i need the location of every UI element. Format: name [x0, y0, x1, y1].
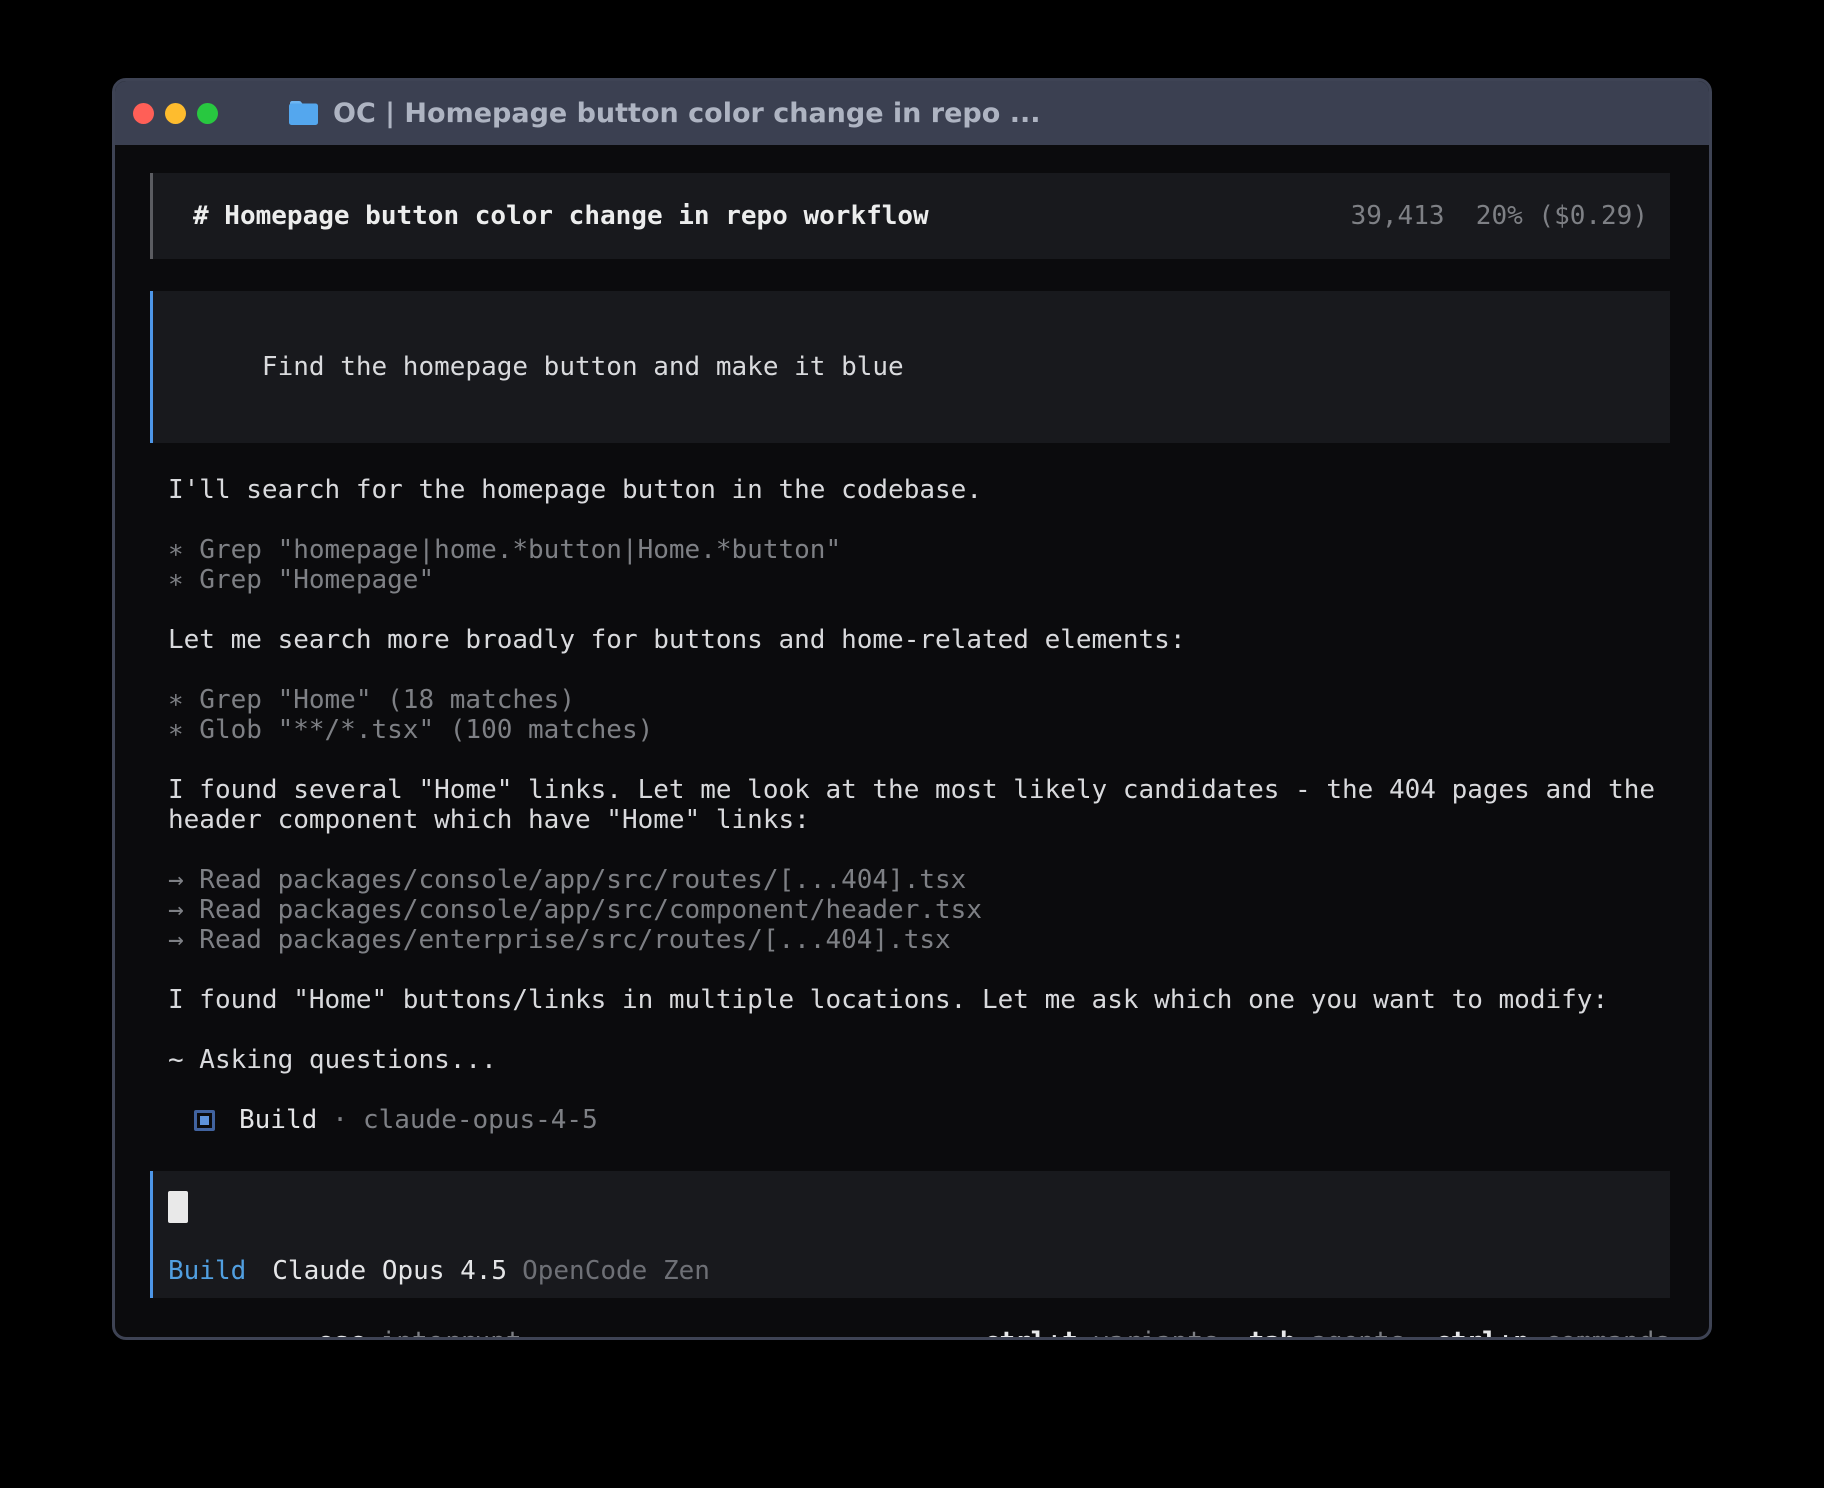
transcript-blank-line [168, 505, 1670, 535]
transcript-line: ∗ Grep "Homepage" [168, 565, 1670, 595]
user-message: Find the homepage button and make it blu… [150, 291, 1670, 443]
statusbar: esc interrupt ctrl+t variantstab agentsc… [165, 1327, 1670, 1340]
spinner-dots [165, 1340, 282, 1341]
mode-label[interactable]: Build [168, 1256, 246, 1286]
hint-key: tab [1249, 1327, 1296, 1340]
agent-model: claude-opus-4-5 [363, 1105, 598, 1135]
statusbar-hints: ctrl+t variants tab agents ctrl+p commands [984, 1327, 1670, 1340]
transcript-line: → Read packages/console/app/src/componen… [168, 895, 1670, 925]
spinner-dot [213, 1340, 218, 1341]
transcript-blank-line [168, 655, 1670, 685]
terminal-content: # Homepage button color change in repo w… [115, 145, 1709, 1340]
session-header: # Homepage button color change in repo w… [150, 173, 1670, 259]
hint-label: variants [1078, 1327, 1219, 1340]
session-title: # Homepage button color change in repo w… [193, 201, 929, 231]
user-message-text: Find the homepage button and make it blu… [262, 352, 904, 382]
statusbar-left: esc interrupt [165, 1327, 522, 1340]
spinner-dot [245, 1340, 250, 1341]
transcript-line: ∗ Grep "Home" (18 matches) [168, 685, 1670, 715]
transcript-line: → Read packages/console/app/src/routes/[… [168, 865, 1670, 895]
prompt-input[interactable]: Build Claude Opus 4.5 OpenCode Zen [150, 1171, 1670, 1298]
transcript-blank-line [168, 595, 1670, 625]
spinner-dot [181, 1340, 186, 1341]
agent-separator: · [332, 1105, 348, 1135]
input-mode-row: Build Claude Opus 4.5 OpenCode Zen [168, 1256, 1648, 1286]
transcript-blank-line [168, 1015, 1670, 1045]
hint-label: agents [1296, 1327, 1406, 1340]
transcript-line: ∗ Glob "**/*.tsx" (100 matches) [168, 715, 1670, 745]
keybinding-hint-commands: ctrl+p commands [1435, 1327, 1670, 1340]
transcript-line: → Read packages/enterprise/src/routes/[.… [168, 925, 1670, 955]
terminal-window: OC | Homepage button color change in rep… [112, 78, 1712, 1340]
agent-build-icon [194, 1110, 215, 1131]
transcript-line: I'll search for the homepage button in t… [168, 475, 1670, 505]
window-title: OC | Homepage button color change in rep… [333, 98, 1040, 129]
spinner-dot [277, 1340, 282, 1341]
model-label[interactable]: Claude Opus 4.5 [272, 1256, 507, 1286]
agent-name: Build [239, 1105, 317, 1135]
transcript-line: Let me search more broadly for buttons a… [168, 625, 1670, 655]
assistant-transcript: I'll search for the homepage button in t… [168, 475, 1670, 1075]
transcript-line: header component which have "Home" links… [168, 805, 1670, 835]
text-cursor [168, 1191, 188, 1223]
agent-status-row: Build · claude-opus-4-5 [194, 1105, 1709, 1135]
transcript-blank-line [168, 955, 1670, 985]
transcript-blank-line [168, 835, 1670, 865]
transcript-line: ~ Asking questions... [168, 1045, 1670, 1075]
hint-label: commands [1529, 1327, 1670, 1340]
spinner-dot [261, 1340, 266, 1341]
keybinding-hint-variants: ctrl+t variants [984, 1327, 1219, 1340]
traffic-lights [133, 103, 218, 124]
transcript-line: I found several "Home" links. Let me loo… [168, 775, 1670, 805]
transcript-blank-line [168, 745, 1670, 775]
hint-key: ctrl+t [984, 1327, 1078, 1340]
hint-key: ctrl+p [1435, 1327, 1529, 1340]
minimize-button[interactable] [165, 103, 186, 124]
esc-key-label: esc [318, 1327, 365, 1340]
close-button[interactable] [133, 103, 154, 124]
transcript-line: I found "Home" buttons/links in multiple… [168, 985, 1670, 1015]
folder-icon [288, 100, 319, 126]
transcript-line: ∗ Grep "homepage|home.*button|Home.*butt… [168, 535, 1670, 565]
spinner-dot [165, 1340, 170, 1341]
provider-label: OpenCode Zen [522, 1256, 710, 1286]
spinner-dot [229, 1340, 234, 1341]
interrupt-hint: esc interrupt [318, 1327, 522, 1340]
maximize-button[interactable] [197, 103, 218, 124]
interrupt-action-label: interrupt [381, 1327, 522, 1340]
interrupt-label [365, 1327, 381, 1340]
spinner-dot [197, 1340, 202, 1341]
session-stats: 39,413 20% ($0.29) [1351, 201, 1648, 231]
titlebar: OC | Homepage button color change in rep… [115, 81, 1709, 145]
keybinding-hint-agents: tab agents [1249, 1327, 1406, 1340]
